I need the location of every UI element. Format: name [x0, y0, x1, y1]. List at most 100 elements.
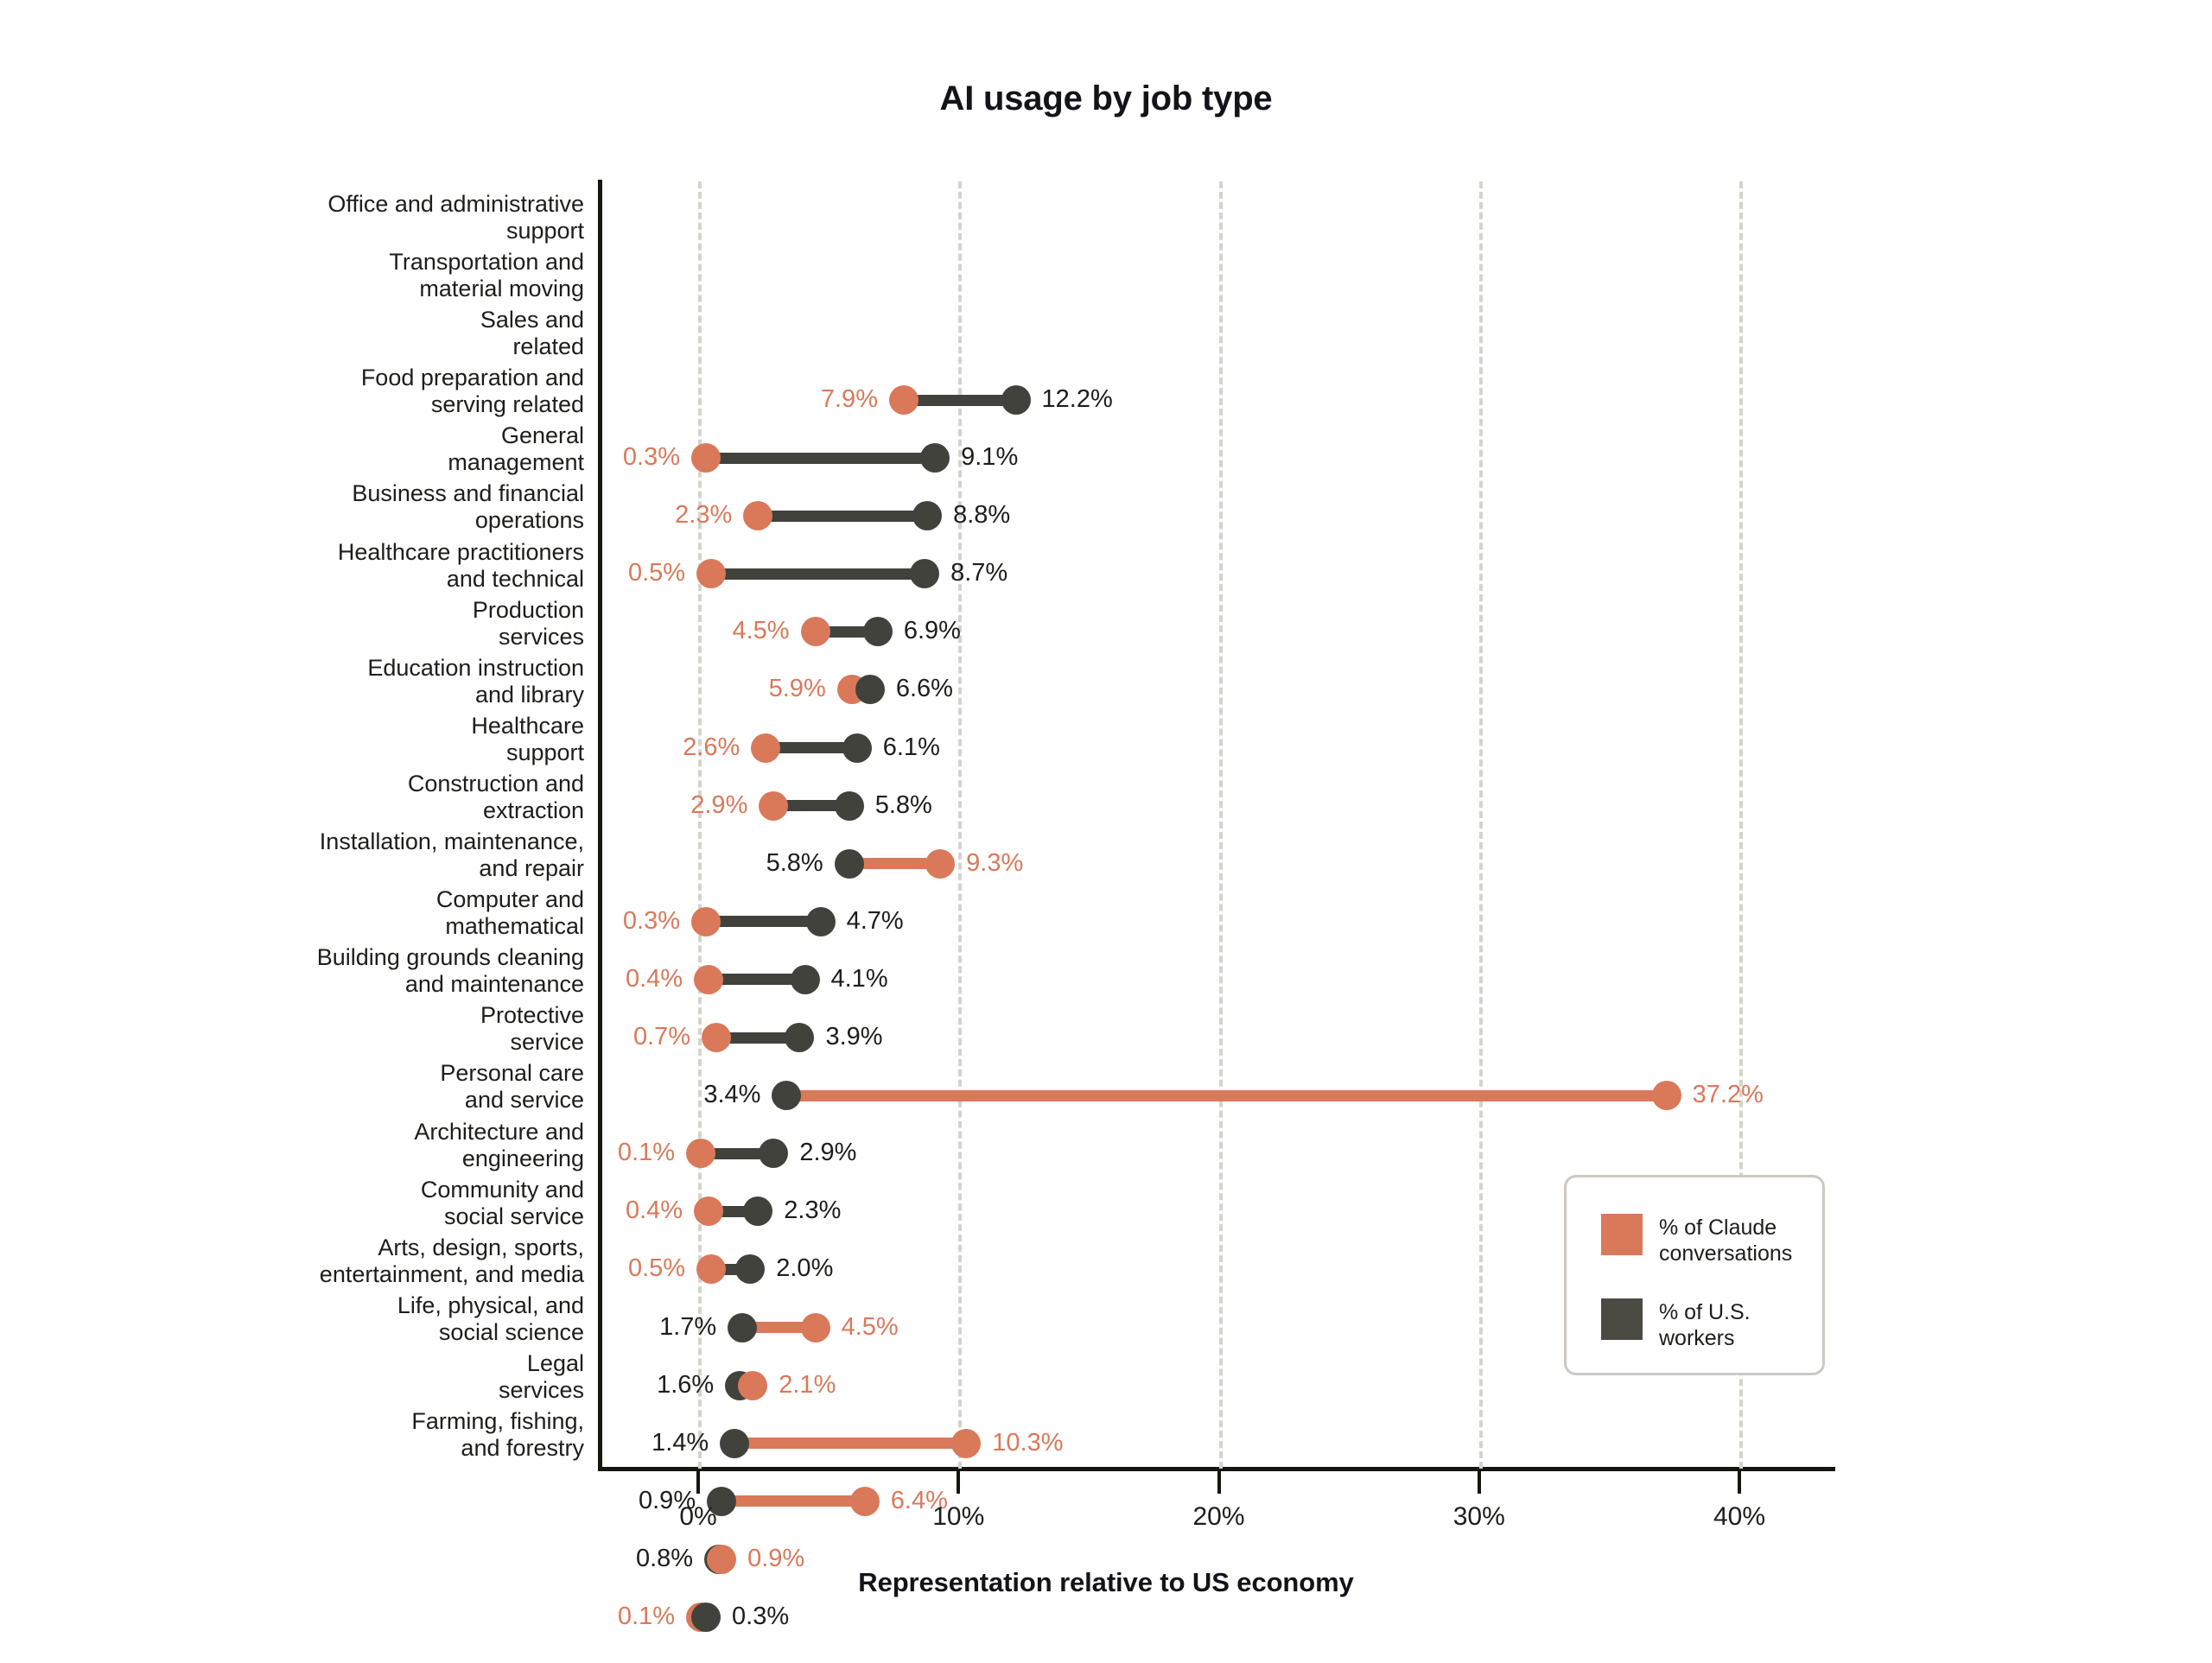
connector-line: [706, 916, 821, 928]
value-label-left: 0.4%: [625, 1196, 683, 1225]
value-label-right: 9.1%: [961, 443, 1019, 472]
workers-dot: [805, 906, 836, 936]
connector-line: [721, 1495, 865, 1507]
y-axis-label: Education instruction and library: [367, 654, 584, 708]
workers-dot: [759, 1139, 789, 1169]
workers-dot: [834, 848, 864, 879]
workers-dot: [691, 1603, 721, 1632]
y-axis-label: Community and social service: [420, 1176, 584, 1229]
chart-legend: % of Claude conversations % of U.S. worke…: [1564, 1175, 1825, 1375]
connector-line: [903, 394, 1016, 406]
value-label-right: 8.8%: [953, 501, 1011, 530]
workers-dot: [910, 559, 940, 589]
value-label-left: 1.4%: [652, 1428, 709, 1457]
workers-dot: [772, 1081, 802, 1111]
legend-item-workers: % of U.S. workers: [1601, 1298, 1751, 1351]
y-axis-label: Food preparation and serving related: [360, 365, 584, 418]
value-label-right: 4.5%: [841, 1312, 899, 1341]
y-axis-label: Personal care and service: [440, 1060, 584, 1114]
x-tick-label: 40%: [1713, 1502, 1766, 1531]
gridline-10%: [958, 181, 963, 1469]
value-label-left: 4.5%: [732, 617, 790, 645]
x-tick-label: 0%: [679, 1502, 717, 1531]
y-axis-label: Production services: [472, 596, 584, 650]
workers-dot: [912, 501, 943, 531]
claude-dot: [1651, 1081, 1681, 1111]
legend-label: % of Claude conversations: [1659, 1216, 1793, 1266]
connector-line: [711, 568, 925, 580]
value-label-right: 5.8%: [874, 790, 932, 819]
value-label-left: 2.3%: [675, 501, 733, 530]
value-label-right: 2.1%: [779, 1370, 836, 1399]
x-tick-label: 20%: [1192, 1502, 1245, 1531]
claude-dot: [800, 1312, 830, 1342]
workers-dot: [720, 1428, 750, 1458]
claude-dot: [694, 964, 724, 994]
y-axis-label: General management: [448, 422, 584, 476]
y-axis-category-labels: Office and administrative support Transpo…: [0, 0, 586, 1663]
y-axis-label: Office and administrative support: [327, 191, 584, 244]
claude-dot: [696, 559, 727, 589]
value-label-right: 6.1%: [882, 733, 940, 761]
workers-dot: [862, 617, 893, 647]
y-axis-label: Transportation and material moving: [389, 249, 584, 302]
value-label-left: 0.1%: [617, 1603, 675, 1630]
claude-dot: [694, 1196, 724, 1227]
x-tick-mark: [696, 1471, 700, 1494]
claude-dot: [951, 1428, 982, 1458]
y-axis-label: Healthcare support: [471, 712, 584, 765]
x-tick-mark: [1217, 1471, 1221, 1494]
value-label-left: 0.3%: [622, 443, 681, 472]
y-axis-label: Architecture and engineering: [414, 1118, 584, 1171]
value-label-left: 0.5%: [627, 1254, 686, 1283]
workers-dot: [834, 790, 864, 821]
value-label-right: 9.3%: [966, 848, 1024, 877]
x-tick-mark: [957, 1471, 961, 1494]
y-axis-label: Sales and related: [480, 307, 584, 360]
y-axis-label: Building grounds cleaning and maintenanc…: [316, 944, 584, 998]
value-label-left: 1.7%: [659, 1312, 717, 1341]
value-label-left: 0.5%: [627, 559, 686, 587]
y-axis-label: Farming, fishing, and forestry: [411, 1408, 584, 1461]
value-label-left: 0.3%: [622, 906, 681, 935]
claude-dot: [691, 443, 721, 473]
gridline-30%: [1478, 181, 1483, 1469]
value-label-right: 10.3%: [992, 1428, 1064, 1457]
workers-dot: [790, 964, 820, 994]
value-label-right: 8.7%: [950, 559, 1008, 587]
value-label-left: 0.4%: [625, 964, 683, 993]
claude-dot: [696, 1254, 727, 1285]
workers-dot: [743, 1196, 773, 1227]
claude-dot: [925, 848, 956, 879]
gridline-20%: [1218, 181, 1223, 1469]
chart-canvas: AI usage by job type Office and administ…: [0, 0, 2212, 1663]
legend-swatch-claude-icon: [1601, 1214, 1643, 1255]
workers-dot: [855, 675, 885, 705]
y-axis-label: Healthcare practitioners and technical: [337, 538, 584, 592]
value-label-right: 4.1%: [830, 964, 888, 993]
value-label-right: 6.6%: [895, 675, 953, 703]
value-label-left: 2.9%: [690, 790, 748, 819]
connector-line: [706, 452, 936, 464]
value-label-right: 2.9%: [799, 1139, 857, 1167]
connector-line: [786, 1089, 1667, 1101]
y-axis-label: Construction and extraction: [407, 770, 584, 823]
value-label-left: 7.9%: [820, 385, 878, 413]
y-axis-label: Arts, design, sports, entertainment, and…: [319, 1234, 584, 1287]
workers-dot: [785, 1023, 815, 1053]
value-label-right: 4.7%: [846, 906, 904, 935]
y-axis-label: Life, physical, and social science: [397, 1292, 584, 1345]
value-label-right: 37.2%: [1692, 1081, 1764, 1109]
y-axis-label: Business and financial operations: [352, 480, 584, 534]
connector-line: [758, 510, 928, 522]
value-label-left: 5.8%: [766, 848, 823, 877]
claude-dot: [691, 906, 721, 936]
connector-line: [734, 1438, 967, 1450]
legend-label: % of U.S. workers: [1659, 1300, 1751, 1350]
claude-dot: [849, 1486, 880, 1516]
workers-dot: [1001, 385, 1031, 415]
x-tick-mark: [1738, 1471, 1741, 1494]
y-axis-label: Legal services: [498, 1349, 584, 1403]
x-tick-label: 10%: [932, 1502, 985, 1531]
claude-dot: [751, 733, 781, 763]
